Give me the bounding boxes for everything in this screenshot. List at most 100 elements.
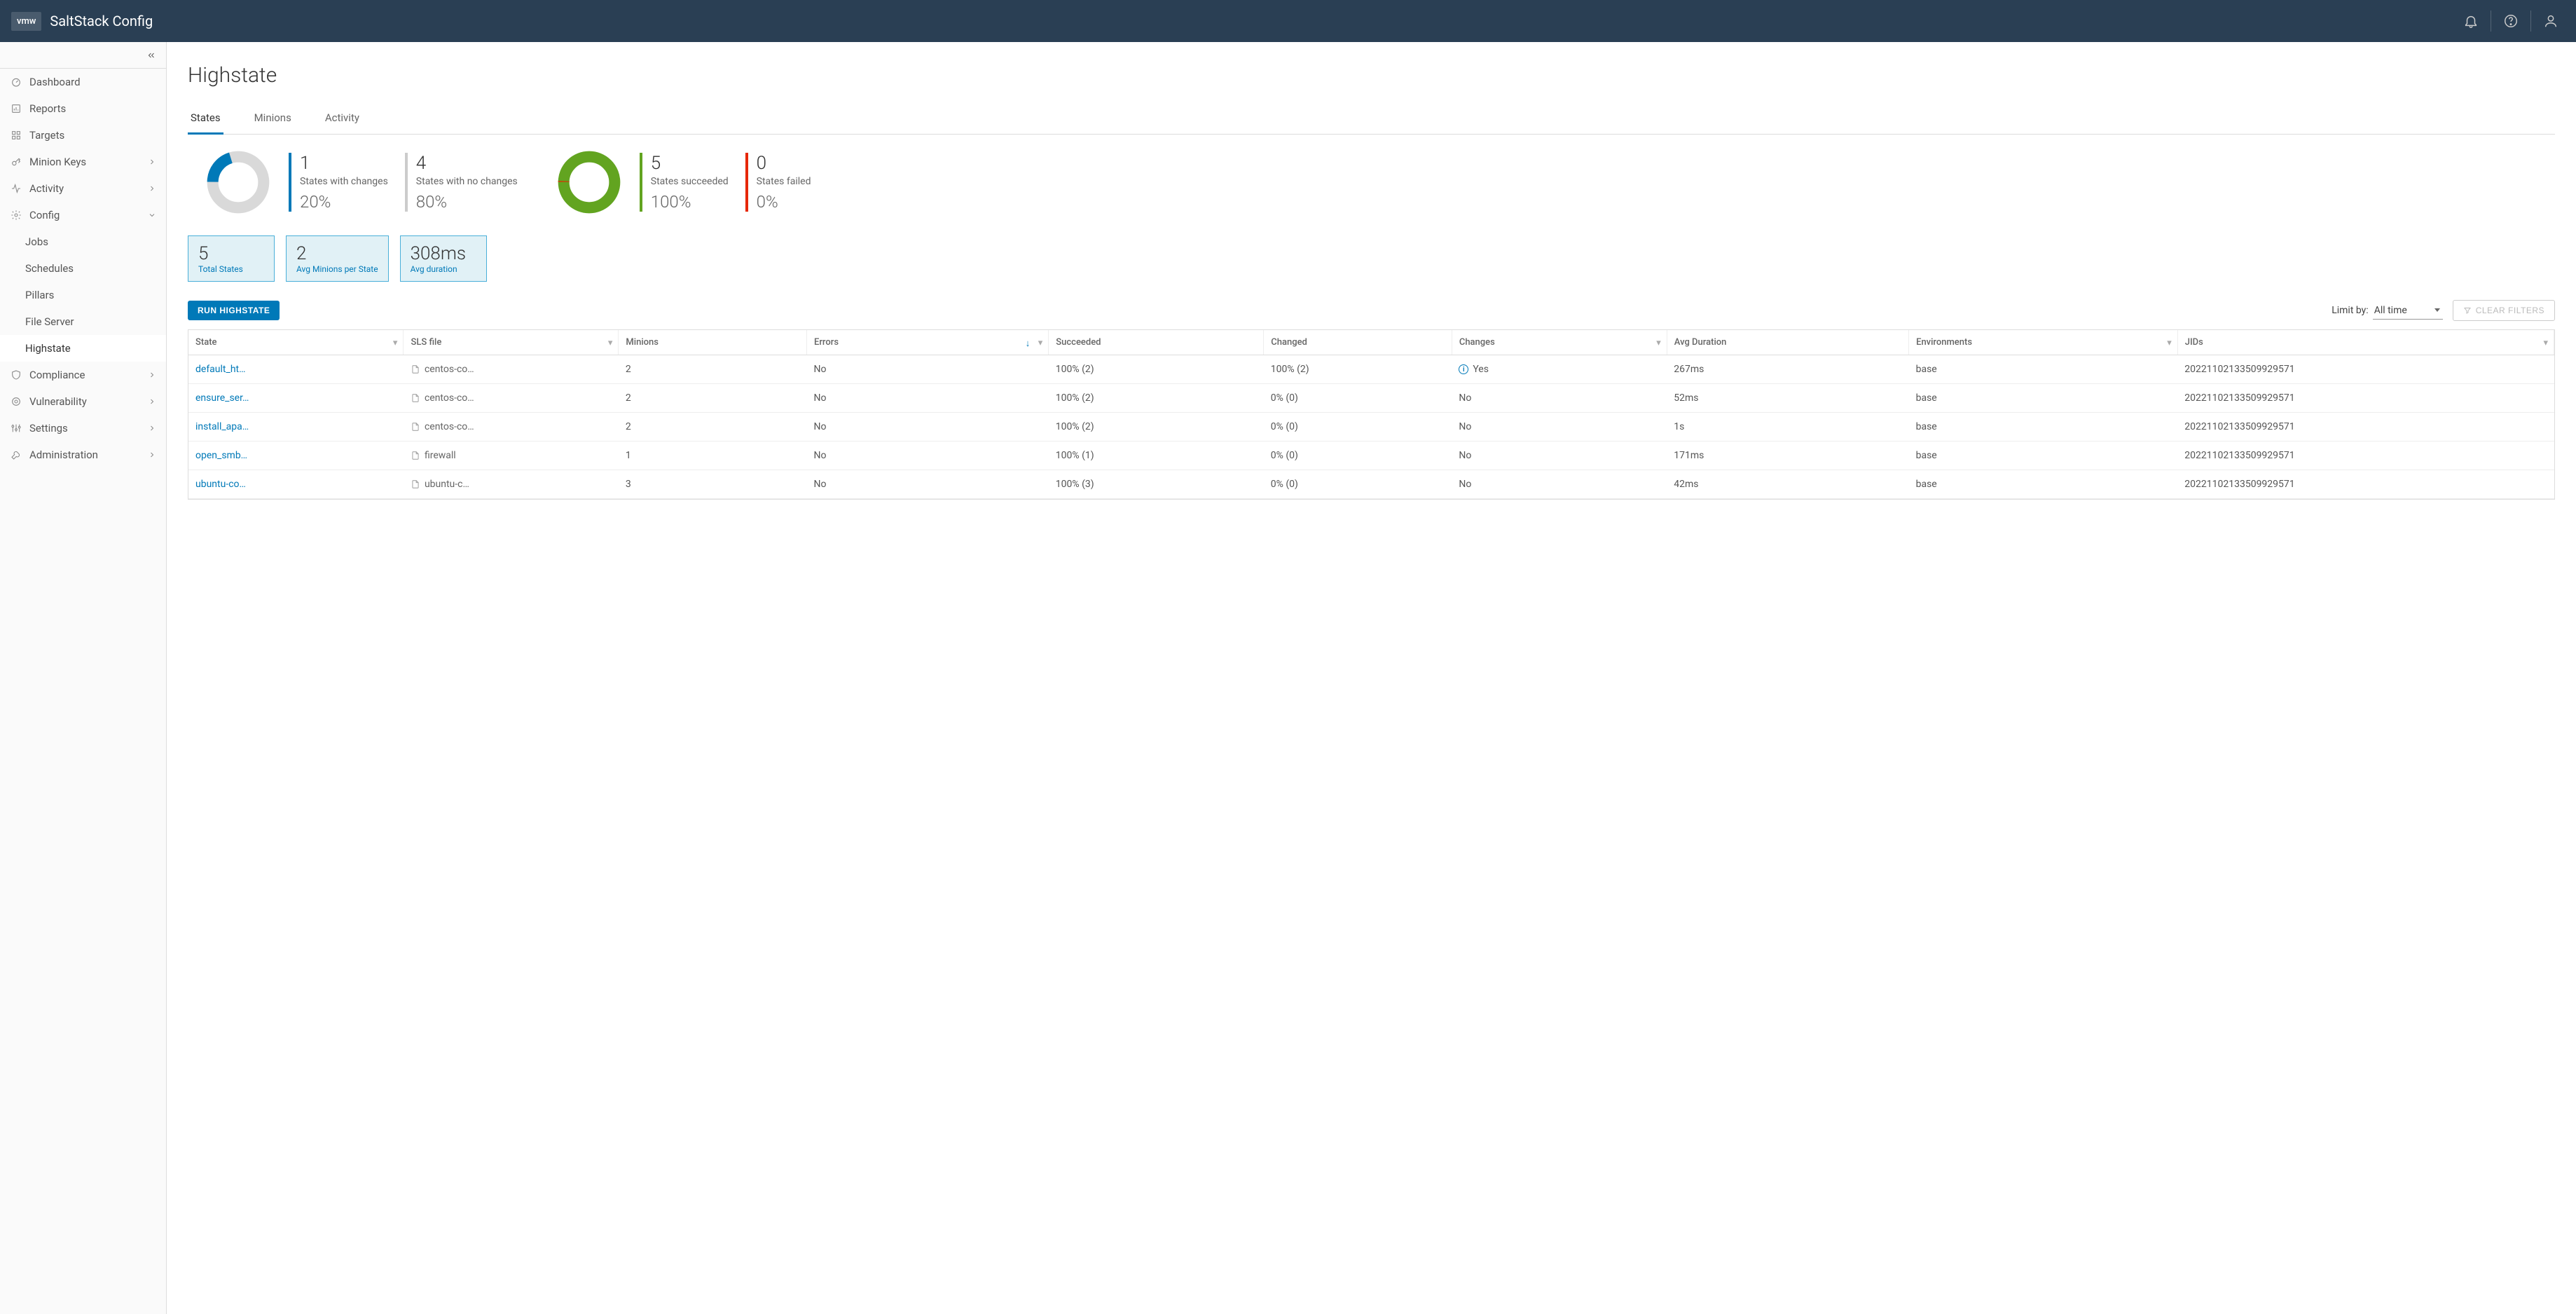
state-link[interactable]: ubuntu-co… (195, 479, 246, 490)
tile-avg-minions[interactable]: 2 Avg Minions per State (286, 235, 389, 282)
cell-jid: 20221102133509929571 (2177, 442, 2554, 470)
cell-changed: 0% (0) (1264, 413, 1452, 442)
col-label: SLS file (411, 337, 441, 348)
sidebar-item-targets[interactable]: Targets (0, 122, 166, 149)
sidebar-item-label: Targets (29, 129, 64, 142)
col-changed[interactable]: Changed (1264, 330, 1452, 355)
sidebar-collapse[interactable] (0, 42, 166, 69)
filter-icon[interactable]: ▾ (1656, 338, 1661, 348)
cell-changed: 0% (0) (1264, 442, 1452, 470)
filter-icon[interactable]: ▾ (2167, 338, 2172, 348)
sidebar-item-reports[interactable]: Reports (0, 95, 166, 122)
state-link[interactable]: ensure_ser… (195, 392, 249, 404)
cell-errors: No (806, 413, 1048, 442)
sidebar-item-minion-keys[interactable]: Minion Keys (0, 149, 166, 175)
header: vmw SaltStack Config (0, 0, 2576, 42)
filter-icon[interactable]: ▾ (393, 338, 398, 348)
filter-icon[interactable]: ▾ (1038, 338, 1043, 348)
cell-state: ubuntu-co… (188, 470, 404, 499)
sidebar-item-administration[interactable]: Administration (0, 442, 166, 468)
chevron-right-icon (148, 397, 156, 406)
stat-value: 5 (651, 153, 729, 174)
table-row[interactable]: ensure_ser… centos-co…2No100% (2)0% (0)N… (188, 384, 2554, 413)
cell-env: base (1909, 413, 2178, 442)
table-header-row: State▾ SLS file▾ Minions Errors↓▾ Succee… (188, 330, 2554, 355)
sidebar-item-label: File Server (25, 315, 74, 328)
state-link[interactable]: default_ht… (195, 364, 245, 375)
sidebar-item-vulnerability[interactable]: Vulnerability (0, 388, 166, 415)
shield-icon (10, 369, 22, 381)
cell-succeeded: 100% (2) (1049, 355, 1264, 384)
tab-minions[interactable]: Minions (252, 106, 294, 134)
filter-icon[interactable]: ▾ (608, 338, 613, 348)
table-row[interactable]: ubuntu-co… ubuntu-c…3No100% (3)0% (0)No4… (188, 470, 2554, 499)
table-row[interactable]: default_ht… centos-co…2No100% (2)100% (2… (188, 355, 2554, 384)
stat-label: States failed (757, 175, 829, 188)
sidebar-item-config[interactable]: Config (0, 202, 166, 228)
col-minions[interactable]: Minions (619, 330, 807, 355)
cell-sls: firewall (404, 442, 619, 470)
cell-errors: No (806, 355, 1048, 384)
sidebar-item-compliance[interactable]: Compliance (0, 362, 166, 388)
chevron-right-icon (148, 451, 156, 459)
tile-avg-duration[interactable]: 308ms Avg duration (400, 235, 487, 282)
stat-label: States with changes (300, 175, 388, 188)
cell-state: install_apa… (188, 413, 404, 442)
sidebar-item-label: Administration (29, 449, 98, 461)
col-succeeded[interactable]: Succeeded (1049, 330, 1264, 355)
cell-changes: No (1452, 413, 1667, 442)
sidebar-item-activity[interactable]: Activity (0, 175, 166, 202)
sidebar-item-settings[interactable]: Settings (0, 415, 166, 442)
col-errors[interactable]: Errors↓▾ (806, 330, 1048, 355)
bell-icon[interactable] (2457, 7, 2485, 35)
main-content: Highstate States Minions Activity 1 Stat… (167, 42, 2576, 1314)
col-jids[interactable]: JIDs ▾ (2177, 330, 2554, 355)
sidebar-item-pillars[interactable]: Pillars (0, 282, 166, 308)
state-link[interactable]: open_smb… (195, 450, 247, 461)
sidebar: Dashboard Reports Targets Minion Keys (0, 42, 167, 1314)
sidebar-item-jobs[interactable]: Jobs (0, 228, 166, 255)
col-environments[interactable]: Environments▾ (1909, 330, 2178, 355)
help-icon[interactable] (2497, 7, 2525, 35)
tile-label: Avg Minions per State (296, 264, 378, 274)
cell-changes: No (1452, 384, 1667, 413)
col-avg-duration[interactable]: Avg Duration (1667, 330, 1908, 355)
sidebar-item-highstate[interactable]: Highstate (0, 335, 166, 362)
col-state[interactable]: State▾ (188, 330, 404, 355)
cell-minions: 2 (619, 355, 807, 384)
header-left: vmw SaltStack Config (11, 12, 153, 31)
limit-by-label: Limit by: (2332, 305, 2368, 316)
limit-by-select[interactable]: All time (2373, 302, 2443, 320)
cell-changes: iYes (1452, 355, 1667, 384)
sidebar-item-dashboard[interactable]: Dashboard (0, 69, 166, 95)
sidebar-item-file-server[interactable]: File Server (0, 308, 166, 335)
states-table: State▾ SLS file▾ Minions Errors↓▾ Succee… (188, 329, 2555, 500)
user-icon[interactable] (2537, 7, 2565, 35)
col-label: Avg Duration (1674, 337, 1727, 348)
table-row[interactable]: install_apa… centos-co…2No100% (2)0% (0)… (188, 413, 2554, 442)
cell-minions: 2 (619, 413, 807, 442)
col-label: JIDs (2185, 337, 2203, 348)
tab-states[interactable]: States (188, 106, 223, 135)
cell-succeeded: 100% (2) (1049, 384, 1264, 413)
tile-total-states[interactable]: 5 Total States (188, 235, 275, 282)
cell-minions: 3 (619, 470, 807, 499)
stat-failed: 0 States failed 0% (745, 153, 829, 212)
col-sls[interactable]: SLS file ▾ (404, 330, 619, 355)
donut-changes (205, 149, 272, 216)
sidebar-item-schedules[interactable]: Schedules (0, 255, 166, 282)
table-row[interactable]: open_smb… firewall1No100% (1)0% (0)No171… (188, 442, 2554, 470)
filter-icon[interactable]: ▾ (2543, 338, 2548, 348)
state-link[interactable]: install_apa… (195, 421, 249, 432)
clear-filters-label: CLEAR FILTERS (2476, 306, 2544, 315)
tab-activity[interactable]: Activity (322, 106, 362, 134)
cell-changed: 0% (0) (1264, 384, 1452, 413)
sidebar-item-label: Compliance (29, 369, 85, 381)
sort-asc-icon[interactable]: ↓ (1026, 338, 1031, 349)
stat-label: States succeeded (651, 175, 729, 188)
cell-changes: No (1452, 470, 1667, 499)
run-highstate-button[interactable]: RUN HIGHSTATE (188, 301, 280, 320)
col-changes[interactable]: Changes▾ (1452, 330, 1667, 355)
sidebar-item-label: Pillars (25, 289, 54, 301)
clear-filters-button[interactable]: CLEAR FILTERS (2453, 300, 2555, 321)
